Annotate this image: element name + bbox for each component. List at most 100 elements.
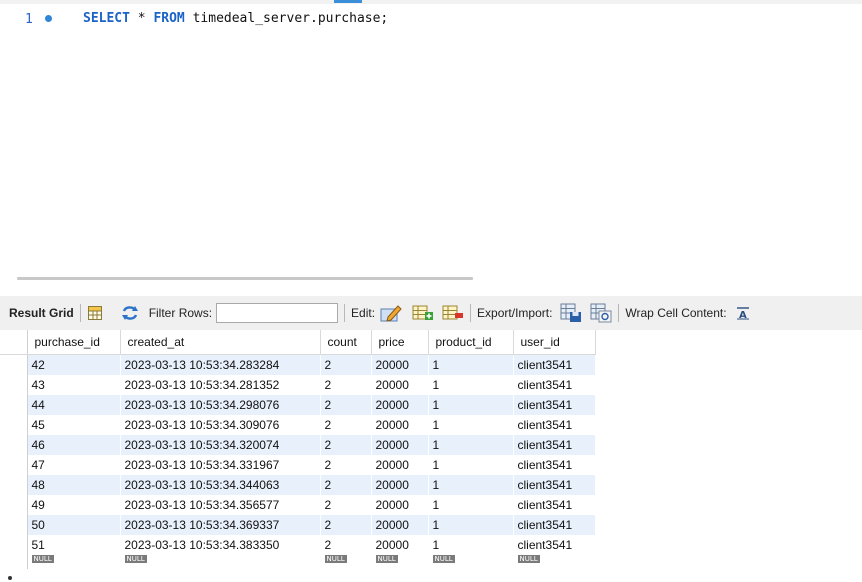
row-header[interactable]	[0, 535, 28, 555]
row-header-corner[interactable]	[0, 330, 28, 355]
table-cell[interactable]: 2	[320, 455, 372, 475]
row-header[interactable]	[0, 555, 28, 569]
table-cell[interactable]: client3541	[513, 354, 596, 375]
table-cell[interactable]: 20000	[371, 375, 429, 395]
table-cell[interactable]: 1	[428, 354, 514, 375]
table-cell[interactable]: 2023-03-13 10:53:34.281352	[120, 375, 321, 395]
table-cell[interactable]: 20000	[371, 435, 429, 455]
table-cell[interactable]: 2	[320, 375, 372, 395]
table-cell[interactable]: 49	[27, 495, 121, 515]
filter-rows-input[interactable]	[216, 303, 339, 323]
column-header[interactable]: user_id	[513, 330, 596, 355]
column-header[interactable]: created_at	[120, 330, 321, 355]
table-cell[interactable]: 2	[320, 354, 372, 375]
sql-statement[interactable]: SELECT * FROM timedeal_server.purchase;	[83, 10, 388, 28]
export-icon[interactable]	[560, 303, 582, 323]
table-cell[interactable]: 48	[27, 475, 121, 495]
table-cell[interactable]: client3541	[513, 535, 596, 555]
row-header[interactable]	[0, 395, 28, 415]
table-cell[interactable]: 2023-03-13 10:53:34.283284	[120, 354, 321, 375]
null-cell[interactable]: NULL	[320, 555, 372, 569]
table-cell[interactable]: 1	[428, 375, 514, 395]
table-cell[interactable]: 1	[428, 455, 514, 475]
sql-editor[interactable]: 1 SELECT * FROM timedeal_server.purchase…	[0, 4, 862, 266]
table-cell[interactable]: 1	[428, 495, 514, 515]
table-cell[interactable]: 2023-03-13 10:53:34.298076	[120, 395, 321, 415]
table-cell[interactable]: 20000	[371, 515, 429, 535]
table-cell[interactable]: 2	[320, 475, 372, 495]
table-cell[interactable]: 1	[428, 415, 514, 435]
table-cell[interactable]: 2023-03-13 10:53:34.356577	[120, 495, 321, 515]
table-cell[interactable]: client3541	[513, 435, 596, 455]
table-cell[interactable]: 1	[428, 435, 514, 455]
table-cell[interactable]: 1	[428, 535, 514, 555]
row-header[interactable]	[0, 495, 28, 515]
refresh-icon[interactable]	[121, 305, 139, 321]
null-cell[interactable]: NULL	[371, 555, 429, 569]
row-header[interactable]	[0, 435, 28, 455]
table-cell[interactable]: 43	[27, 375, 121, 395]
table-cell[interactable]: 2	[320, 395, 372, 415]
table-row[interactable]: 50 2023-03-13 10:53:34.369337 2 20000 1 clien…	[0, 515, 596, 535]
import-icon[interactable]	[590, 303, 612, 323]
column-header[interactable]: product_id	[428, 330, 514, 355]
table-cell[interactable]: 51	[27, 535, 121, 555]
table-cell[interactable]: 47	[27, 455, 121, 475]
table-cell[interactable]: client3541	[513, 495, 596, 515]
table-cell[interactable]: 2023-03-13 10:53:34.320074	[120, 435, 321, 455]
edit-pencil-icon[interactable]	[380, 304, 402, 322]
column-header[interactable]: purchase_id	[27, 330, 121, 355]
table-cell[interactable]: 20000	[371, 495, 429, 515]
table-cell[interactable]: 44	[27, 395, 121, 415]
row-header[interactable]	[0, 354, 28, 375]
table-cell[interactable]: 1	[428, 515, 514, 535]
row-header[interactable]	[0, 415, 28, 435]
table-cell[interactable]: 20000	[371, 415, 429, 435]
null-cell[interactable]: NULL	[428, 555, 514, 569]
result-grid-label[interactable]: Result Grid	[9, 306, 74, 320]
table-cell[interactable]: 2	[320, 515, 372, 535]
table-cell[interactable]: 50	[27, 515, 121, 535]
row-header[interactable]	[0, 375, 28, 395]
table-cell[interactable]: 20000	[371, 455, 429, 475]
table-cell[interactable]: 2023-03-13 10:53:34.344063	[120, 475, 321, 495]
null-cell[interactable]: NULL	[27, 555, 121, 569]
table-cell[interactable]: client3541	[513, 415, 596, 435]
delete-row-icon[interactable]	[442, 304, 464, 322]
table-row[interactable]: 44 2023-03-13 10:53:34.298076 2 20000 1 clien…	[0, 395, 596, 415]
table-cell[interactable]: 20000	[371, 395, 429, 415]
table-cell[interactable]: 46	[27, 435, 121, 455]
table-cell[interactable]: client3541	[513, 515, 596, 535]
null-cell[interactable]: NULL	[120, 555, 321, 569]
null-cell[interactable]: NULL	[513, 555, 596, 569]
panel-splitter-handle[interactable]	[17, 277, 473, 280]
table-cell[interactable]: client3541	[513, 395, 596, 415]
table-cell[interactable]: 2023-03-13 10:53:34.383350	[120, 535, 321, 555]
table-cell[interactable]: 1	[428, 475, 514, 495]
table-row[interactable]: 42 2023-03-13 10:53:34.283284 2 20000 1 clien…	[0, 354, 596, 375]
table-row[interactable]: 47 2023-03-13 10:53:34.331967 2 20000 1 clien…	[0, 455, 596, 475]
table-cell[interactable]: client3541	[513, 475, 596, 495]
wrap-text-icon[interactable]: A	[736, 306, 750, 320]
column-header[interactable]: count	[320, 330, 372, 355]
table-cell[interactable]: 2	[320, 535, 372, 555]
table-row[interactable]: 46 2023-03-13 10:53:34.320074 2 20000 1 clien…	[0, 435, 596, 455]
table-cell[interactable]: client3541	[513, 375, 596, 395]
table-row[interactable]: 43 2023-03-13 10:53:34.281352 2 20000 1 clien…	[0, 375, 596, 395]
table-cell[interactable]: client3541	[513, 455, 596, 475]
table-row[interactable]: 51 2023-03-13 10:53:34.383350 2 20000 1 clien…	[0, 535, 596, 555]
table-row[interactable]: 49 2023-03-13 10:53:34.356577 2 20000 1 clien…	[0, 495, 596, 515]
table-cell[interactable]: 2	[320, 435, 372, 455]
table-row[interactable]: 48 2023-03-13 10:53:34.344063 2 20000 1 clien…	[0, 475, 596, 495]
table-cell[interactable]: 42	[27, 354, 121, 375]
add-row-icon[interactable]	[412, 304, 434, 322]
grid-view-icon[interactable]	[87, 305, 103, 321]
table-cell[interactable]: 2	[320, 415, 372, 435]
table-cell[interactable]: 20000	[371, 475, 429, 495]
row-header[interactable]	[0, 515, 28, 535]
table-cell[interactable]: 45	[27, 415, 121, 435]
row-header[interactable]	[0, 475, 28, 495]
column-header[interactable]: price	[371, 330, 429, 355]
table-row[interactable]: 45 2023-03-13 10:53:34.309076 2 20000 1 clien…	[0, 415, 596, 435]
table-cell[interactable]: 20000	[371, 535, 429, 555]
